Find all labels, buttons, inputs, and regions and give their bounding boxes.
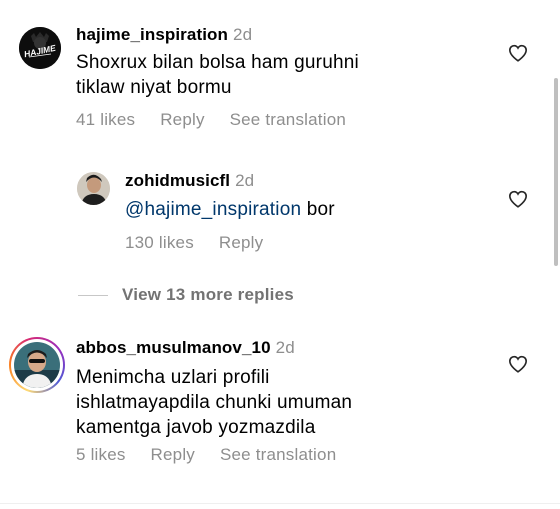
- comment-text: Menimcha uzlari profili ishlatmayapdila …: [76, 367, 353, 438]
- see-translation-button[interactable]: See translation: [220, 445, 336, 464]
- heart-outline-icon[interactable]: [508, 190, 528, 208]
- divider-line: [78, 294, 108, 296]
- comment-body: bor: [301, 199, 335, 220]
- comment-text: @hajime_inspiration bor: [125, 197, 445, 222]
- mention-link[interactable]: @hajime_inspiration: [125, 199, 301, 220]
- likes-count[interactable]: 5 likes: [76, 445, 126, 464]
- timestamp: 2d: [233, 25, 253, 44]
- timestamp: 2d: [275, 338, 295, 357]
- username[interactable]: zohidmusicfl: [125, 171, 230, 190]
- divider: [0, 503, 560, 504]
- reply-button[interactable]: Reply: [219, 233, 263, 252]
- scrollbar[interactable]: [554, 78, 558, 266]
- timestamp: 2d: [235, 171, 255, 190]
- view-more-replies-label: View 13 more replies: [122, 285, 294, 304]
- profile-photo-icon: [14, 342, 60, 388]
- avatar[interactable]: HAJIME: [19, 27, 61, 69]
- hajime-logo-icon: HAJIME: [19, 27, 61, 69]
- profile-photo-icon: [77, 172, 110, 205]
- avatar[interactable]: [77, 172, 110, 205]
- avatar-inner: [11, 339, 63, 391]
- username[interactable]: hajime_inspiration: [76, 25, 228, 44]
- heart-outline-icon[interactable]: [508, 355, 528, 373]
- username[interactable]: abbos_musulmanov_10: [76, 338, 271, 357]
- reply-button[interactable]: Reply: [151, 445, 195, 464]
- view-more-replies-button[interactable]: View 13 more replies: [78, 285, 294, 305]
- likes-count[interactable]: 41 likes: [76, 110, 135, 129]
- heart-outline-icon[interactable]: [508, 44, 528, 62]
- reply-button[interactable]: Reply: [160, 110, 204, 129]
- comment-text: Shoxrux bilan bolsa ham guruhni tiklaw n…: [76, 52, 359, 98]
- likes-count[interactable]: 130 likes: [125, 233, 194, 252]
- avatar-story-ring[interactable]: [9, 337, 65, 393]
- see-translation-button[interactable]: See translation: [230, 110, 346, 129]
